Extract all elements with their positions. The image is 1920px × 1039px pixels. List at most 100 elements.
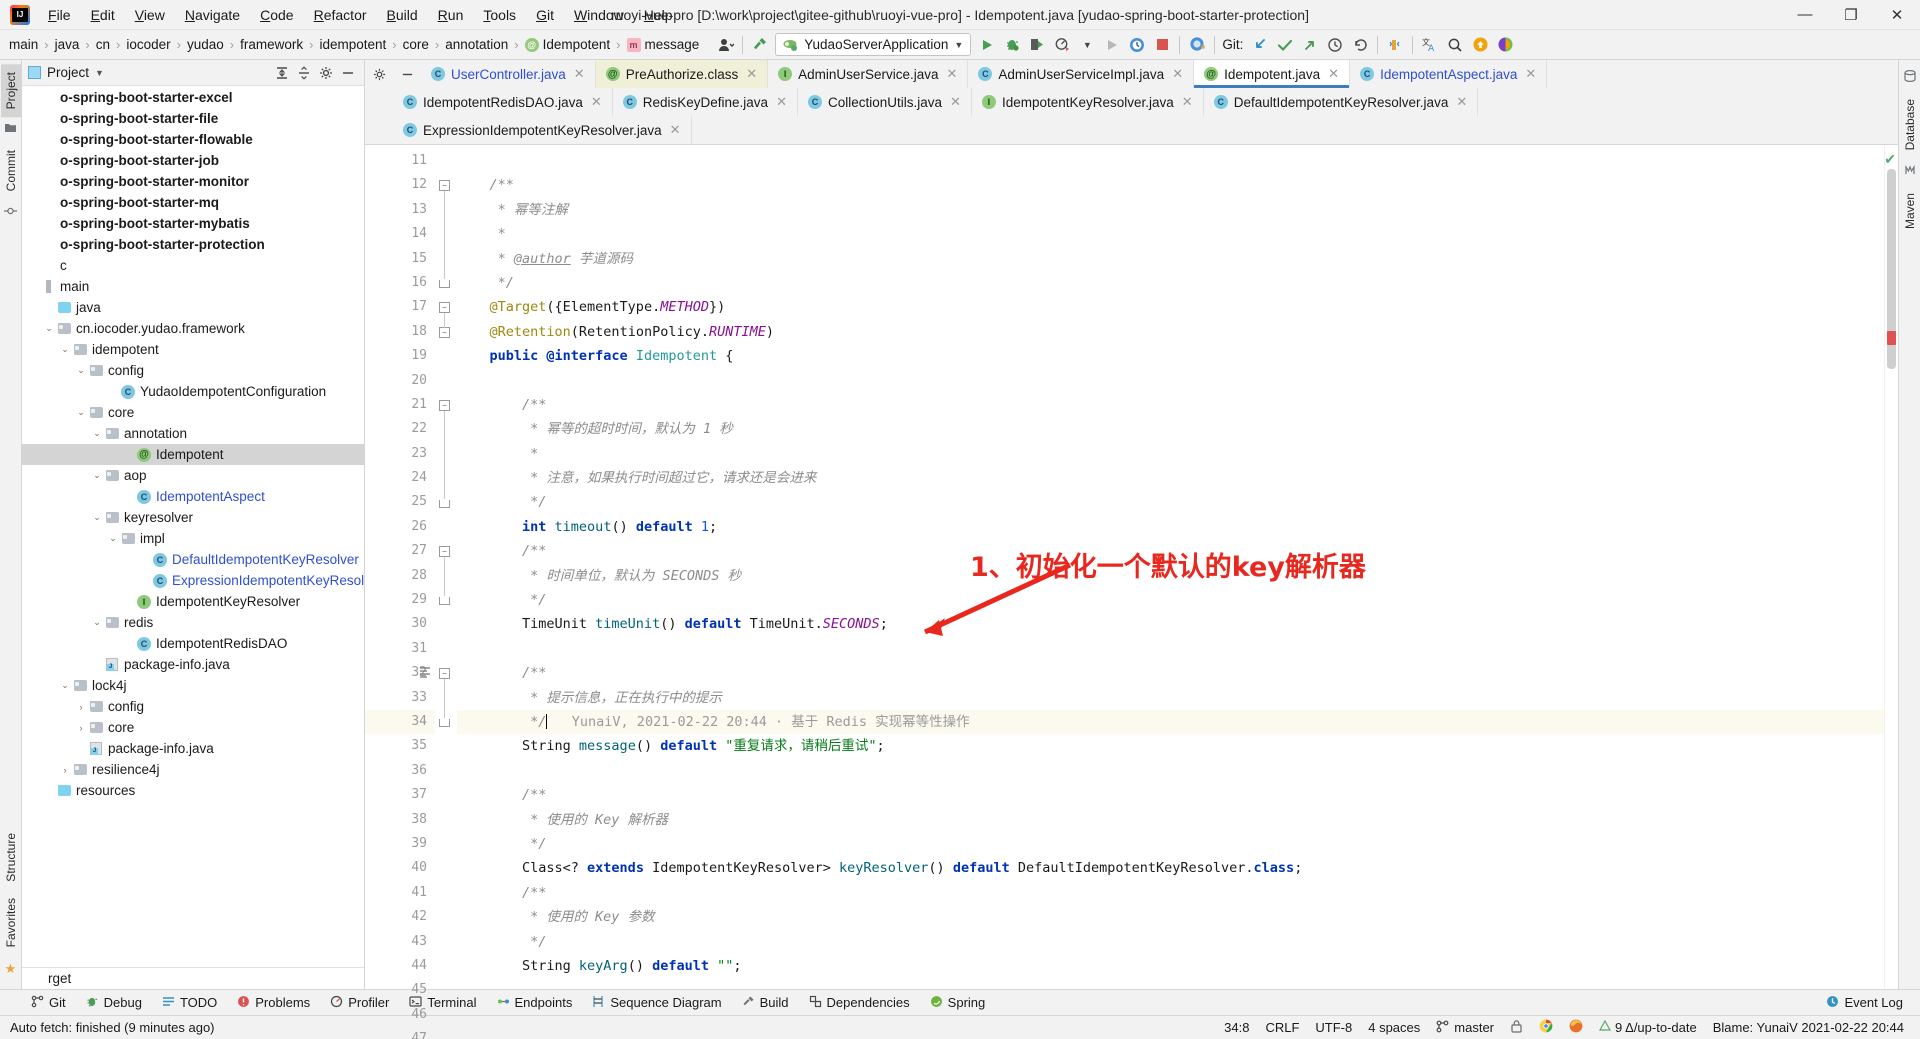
- code-line[interactable]: */ YunaiV, 2021-02-22 20:44 · 基于 Redis 实…: [457, 709, 1884, 735]
- menu-item-file[interactable]: File: [38, 3, 81, 27]
- tree-node[interactable]: ⌄ aop: [22, 465, 364, 486]
- breadcrumb-item-iocoder[interactable]: iocoder: [121, 35, 175, 54]
- chevron-down-icon[interactable]: ⌄: [74, 407, 88, 418]
- translate-icon[interactable]: 文A: [1418, 33, 1442, 57]
- rail-tab-commit[interactable]: Commit: [1, 142, 21, 199]
- tree-node[interactable]: o-spring-boot-starter-mq: [22, 192, 364, 213]
- breadcrumb-item-cn[interactable]: cn: [91, 35, 115, 54]
- code-line[interactable]: String keyArg() default "";: [457, 954, 1884, 978]
- close-icon[interactable]: ✕: [574, 66, 585, 82]
- fold-collapse-icon[interactable]: −: [439, 326, 450, 338]
- code-line[interactable]: [457, 978, 1884, 989]
- code-line[interactable]: [457, 637, 1884, 661]
- close-icon[interactable]: ✕: [670, 122, 681, 138]
- menu-item-code[interactable]: Code: [250, 3, 303, 27]
- tree-node[interactable]: › core: [22, 717, 364, 738]
- tab-settings-gear-icon[interactable]: [365, 60, 393, 88]
- tree-node[interactable]: o-spring-boot-starter-mybatis: [22, 213, 364, 234]
- rail-tab-database[interactable]: Database: [1900, 91, 1920, 158]
- run-coverage-icon[interactable]: [1025, 33, 1049, 57]
- chevron-down-icon[interactable]: ⌄: [90, 470, 104, 481]
- close-icon[interactable]: ✕: [746, 66, 757, 82]
- fold-collapse-icon[interactable]: −: [439, 668, 450, 680]
- file-encoding[interactable]: UTF-8: [1307, 1018, 1360, 1037]
- push-icon[interactable]: [1298, 33, 1322, 57]
- code-line[interactable]: /**: [457, 393, 1884, 417]
- collapse-all-icon[interactable]: [294, 63, 314, 83]
- chevron-down-icon[interactable]: ⌄: [74, 365, 88, 376]
- rollback-icon[interactable]: [1348, 33, 1372, 57]
- tree-node[interactable]: C YudaoIdempotentConfiguration: [22, 381, 364, 402]
- chevron-down-icon[interactable]: ⌄: [90, 617, 104, 628]
- tree-node[interactable]: › resilience4j: [22, 759, 364, 780]
- code-line[interactable]: *: [457, 222, 1884, 246]
- tree-node[interactable]: ⌄ core: [22, 402, 364, 423]
- code-line[interactable]: * 提示信息，正在执行中的提示: [457, 686, 1884, 710]
- close-icon[interactable]: ✕: [1328, 66, 1339, 82]
- tree-node[interactable]: resources: [22, 780, 364, 801]
- tree-node[interactable]: ⌄ cn.iocoder.yudao.framework: [22, 318, 364, 339]
- history-icon[interactable]: [1323, 33, 1347, 57]
- line-separator[interactable]: CRLF: [1257, 1018, 1307, 1037]
- tree-node[interactable]: package-info.java: [22, 654, 364, 675]
- fold-collapse-icon[interactable]: −: [439, 302, 450, 314]
- code-line[interactable]: TimeUnit timeUnit() default TimeUnit.SEC…: [457, 612, 1884, 636]
- chevron-right-icon[interactable]: ›: [74, 723, 88, 733]
- profiler-icon[interactable]: [1050, 33, 1074, 57]
- tree-node[interactable]: ⌄ annotation: [22, 423, 364, 444]
- settings-gear-icon[interactable]: [316, 63, 336, 83]
- chevron-down-icon[interactable]: ⌄: [106, 533, 120, 544]
- tree-node[interactable]: I IdempotentKeyResolver: [22, 591, 364, 612]
- tree-node[interactable]: › config: [22, 696, 364, 717]
- tree-node[interactable]: @ Idempotent: [22, 444, 364, 465]
- fold-end-icon[interactable]: [439, 597, 450, 606]
- code-line[interactable]: /**: [457, 783, 1884, 807]
- tool-window-problems[interactable]: Problems: [228, 992, 319, 1014]
- code-line[interactable]: * 使用的 Key 解析器: [457, 808, 1884, 832]
- code-line[interactable]: */: [457, 588, 1884, 612]
- chevron-down-icon[interactable]: ⌄: [58, 344, 72, 355]
- caret-position[interactable]: 34:8: [1216, 1018, 1257, 1037]
- code-line[interactable]: String message() default "重复请求，请稍后重试";: [457, 734, 1884, 758]
- chevron-down-icon[interactable]: ⌄: [90, 512, 104, 523]
- code-line[interactable]: [457, 369, 1884, 393]
- tree-node[interactable]: C IdempotentRedisDAO: [22, 633, 364, 654]
- code-line[interactable]: Class<? extends IdempotentKeyResolver> k…: [457, 856, 1884, 880]
- code-line[interactable]: * 使用的 Key 参数: [457, 905, 1884, 929]
- code-line[interactable]: [457, 149, 1884, 173]
- tool-window-event-log[interactable]: Event Log: [1817, 992, 1912, 1014]
- maximize-button[interactable]: ❐: [1828, 0, 1874, 30]
- code-folding-gutter[interactable]: − − − − − −: [420, 145, 457, 989]
- close-icon[interactable]: ✕: [1456, 94, 1467, 110]
- close-icon[interactable]: ✕: [776, 94, 787, 110]
- code-line[interactable]: * @author 芋道源码: [457, 247, 1884, 271]
- upload-icon[interactable]: [1468, 33, 1492, 57]
- breadcrumb-item-main[interactable]: main: [4, 35, 43, 54]
- close-icon[interactable]: ✕: [1182, 94, 1193, 110]
- run-icon[interactable]: [975, 33, 999, 57]
- code-line[interactable]: @Target({ElementType.METHOD}): [457, 295, 1884, 319]
- close-icon[interactable]: ✕: [946, 66, 957, 82]
- editor-tab[interactable]: C IdempotentAspect.java ✕: [1350, 60, 1548, 88]
- close-icon[interactable]: ✕: [1172, 66, 1183, 82]
- chevron-right-icon[interactable]: ›: [74, 702, 88, 712]
- code-line[interactable]: /**: [457, 173, 1884, 197]
- code-line[interactable]: public @interface Idempotent {: [457, 344, 1884, 368]
- error-stripe-marker[interactable]: [1887, 331, 1896, 345]
- tree-node[interactable]: c: [22, 255, 364, 276]
- git-branch-widget[interactable]: master: [1428, 1018, 1502, 1038]
- rail-tab-favorites[interactable]: Favorites: [1, 890, 21, 955]
- editor-tab[interactable]: I AdminUserService.java ✕: [768, 60, 969, 88]
- hide-panel-icon[interactable]: [338, 63, 358, 83]
- breadcrumb-item-annotation[interactable]: annotation: [440, 35, 513, 54]
- tree-node[interactable]: ⌄ config: [22, 360, 364, 381]
- editor-tab[interactable]: C AdminUserServiceImpl.java ✕: [968, 60, 1195, 88]
- attach-debugger-icon[interactable]: [1125, 33, 1149, 57]
- code-line[interactable]: */: [457, 271, 1884, 295]
- menu-item-view[interactable]: View: [125, 3, 175, 27]
- menu-item-build[interactable]: Build: [377, 3, 428, 27]
- tree-node[interactable]: main: [22, 276, 364, 297]
- code-line[interactable]: int timeout() default 1;: [457, 515, 1884, 539]
- editor-tab[interactable]: C DefaultIdempotentKeyResolver.java ✕: [1204, 88, 1479, 116]
- fold-collapse-icon[interactable]: −: [439, 400, 450, 411]
